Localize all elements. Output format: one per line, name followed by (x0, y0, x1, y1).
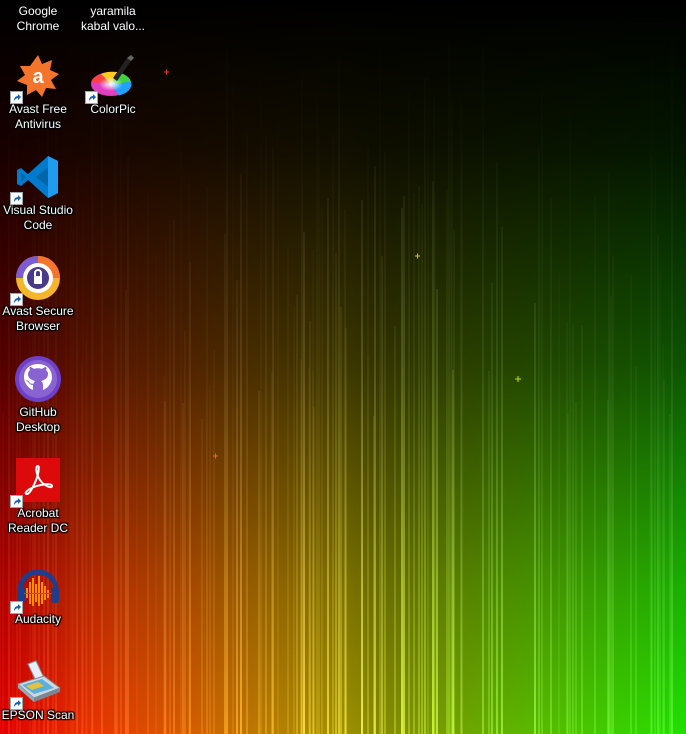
shortcut-arrow-icon (10, 697, 23, 710)
desktop-icon-acrobat-reader-dc[interactable]: Acrobat Reader DC (0, 456, 76, 536)
colorpic-icon (85, 52, 137, 104)
icon-label: Audacity (14, 612, 62, 626)
icon-label: Avast Secure Browser (2, 304, 74, 333)
svg-text:a: a (32, 66, 44, 88)
icon-label: Avast Free Antivirus (9, 102, 67, 131)
desktop-icon-colorpic[interactable]: ColorPic (75, 52, 151, 117)
icon-label: EPSON Scan (1, 708, 75, 722)
icon-label: ColorPic (90, 102, 136, 116)
shortcut-arrow-icon (10, 91, 23, 104)
desktop-icon-github-desktop[interactable]: GitHub Desktop (0, 355, 76, 435)
desktop-icon-google-chrome[interactable]: Google Chrome (0, 2, 76, 34)
avast-antivirus-icon: a (10, 52, 62, 104)
avast-browser-icon (10, 254, 62, 306)
icon-label: Acrobat Reader DC (7, 506, 69, 535)
github-desktop-icon (14, 355, 62, 403)
audacity-icon (10, 562, 62, 614)
icon-label: GitHub Desktop (15, 405, 61, 434)
desktop-icon-visual-studio-code[interactable]: Visual Studio Code (0, 153, 76, 233)
icon-label: Google Chrome (16, 4, 60, 33)
desktop-icon-yaramila-file[interactable]: yaramila kabal valo... (75, 2, 151, 34)
shortcut-arrow-icon (10, 601, 23, 614)
desktop-icon-epson-scan[interactable]: EPSON Scan (0, 658, 76, 723)
icon-label: yaramila kabal valo... (80, 4, 146, 33)
icon-label: Visual Studio Code (3, 203, 73, 232)
shortcut-arrow-icon (85, 91, 98, 104)
vscode-icon (10, 153, 62, 205)
acrobat-reader-icon (10, 456, 62, 508)
epson-scan-icon (10, 658, 62, 710)
shortcut-arrow-icon (10, 192, 23, 205)
shortcut-arrow-icon (10, 293, 23, 306)
desktop-icon-audacity[interactable]: Audacity (0, 562, 76, 627)
desktop-icon-avast-secure-browser[interactable]: Avast Secure Browser (0, 254, 76, 334)
shortcut-arrow-icon (10, 495, 23, 508)
desktop-icon-avast-free-antivirus[interactable]: a Avast Free Antivirus (0, 52, 76, 132)
